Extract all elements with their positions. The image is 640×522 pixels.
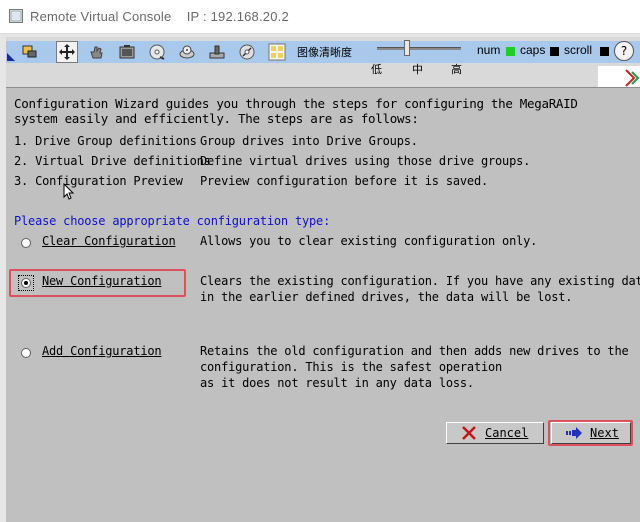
clear-config-desc: Allows you to clear existing configurati…: [200, 234, 538, 248]
caps-lock-label: caps: [520, 43, 546, 57]
keyboard-layout-icon[interactable]: [266, 41, 288, 63]
clear-config-radio[interactable]: [21, 238, 31, 248]
tick-high: 高: [451, 63, 462, 76]
cancel-label: Cancel: [485, 426, 529, 440]
scroll-lock-indicator: [600, 47, 609, 56]
next-arrow-icon: [566, 427, 582, 439]
add-config-desc-line-1: Retains the old configuration and then a…: [200, 344, 629, 358]
remote-console-screen[interactable]: Configuration Wizard guides you through …: [6, 87, 640, 522]
image-clarity-slider[interactable]: [377, 47, 461, 50]
floppy-icon[interactable]: [176, 41, 198, 63]
hand-icon[interactable]: [86, 41, 108, 63]
num-lock-indicator: [506, 47, 515, 56]
new-config-radio[interactable]: [21, 278, 31, 288]
add-config-label[interactable]: Add Configuration: [42, 344, 162, 358]
slider-thumb[interactable]: [404, 40, 410, 56]
num-lock-label: num: [477, 43, 501, 57]
step-2-desc: Define virtual drives using those drive …: [200, 154, 531, 168]
mouse-cursor-icon: [63, 183, 75, 200]
move-icon[interactable]: [56, 41, 78, 63]
window-title: Remote Virtual Console IP : 192.168.20.2: [30, 9, 289, 24]
image-clarity-label: 图像清晰度: [297, 46, 352, 59]
help-button[interactable]: ?: [614, 41, 634, 61]
window-title-bar: Remote Virtual Console IP : 192.168.20.2: [0, 0, 640, 34]
scroll-lock-label: scroll: [564, 43, 593, 57]
add-config-radio[interactable]: [21, 348, 31, 358]
new-config-desc-line-2: in the earlier defined drives, the data …: [200, 290, 573, 304]
new-config-desc-line-1: Clears the existing configuration. If yo…: [200, 274, 640, 288]
step-1-desc: Group drives into Drive Groups.: [200, 134, 418, 148]
clear-config-label[interactable]: Clear Configuration: [42, 234, 176, 248]
app-icon: [9, 9, 23, 23]
step-3-name: 3. Configuration Preview: [14, 174, 183, 188]
disk-image-icon[interactable]: [236, 41, 258, 63]
add-config-desc-line-2: configuration. This is the safest operat…: [200, 360, 503, 374]
new-config-label[interactable]: New Configuration: [42, 274, 162, 288]
keyboard-mouse-icon[interactable]: [18, 41, 40, 63]
next-label: Next: [590, 426, 619, 440]
screenshot-icon[interactable]: [116, 41, 138, 63]
caps-lock-indicator: [550, 47, 559, 56]
wizard-intro-line-2: system easily and efficiently. The steps…: [14, 111, 419, 126]
tick-mid: 中: [412, 63, 423, 76]
console-toolbar: 图像清晰度 低 中 高 num caps scroll ?: [6, 37, 640, 90]
step-3-desc: Preview configuration before it is saved…: [200, 174, 489, 188]
next-button[interactable]: Next: [551, 422, 631, 444]
usb-drive-icon[interactable]: [206, 41, 228, 63]
cancel-x-icon: [462, 426, 476, 440]
add-config-desc-line-3: as it does not result in any data loss.: [200, 376, 474, 390]
cancel-button[interactable]: Cancel: [446, 422, 544, 444]
tick-low: 低: [371, 63, 382, 76]
step-2-name: 2. Virtual Drive definitions: [14, 154, 211, 168]
config-type-prompt: Please choose appropriate configuration …: [14, 214, 331, 228]
step-1-name: 1. Drive Group definitions: [14, 134, 197, 148]
wizard-intro-line-1: Configuration Wizard guides you through …: [14, 96, 578, 111]
cd-icon[interactable]: [146, 41, 168, 63]
